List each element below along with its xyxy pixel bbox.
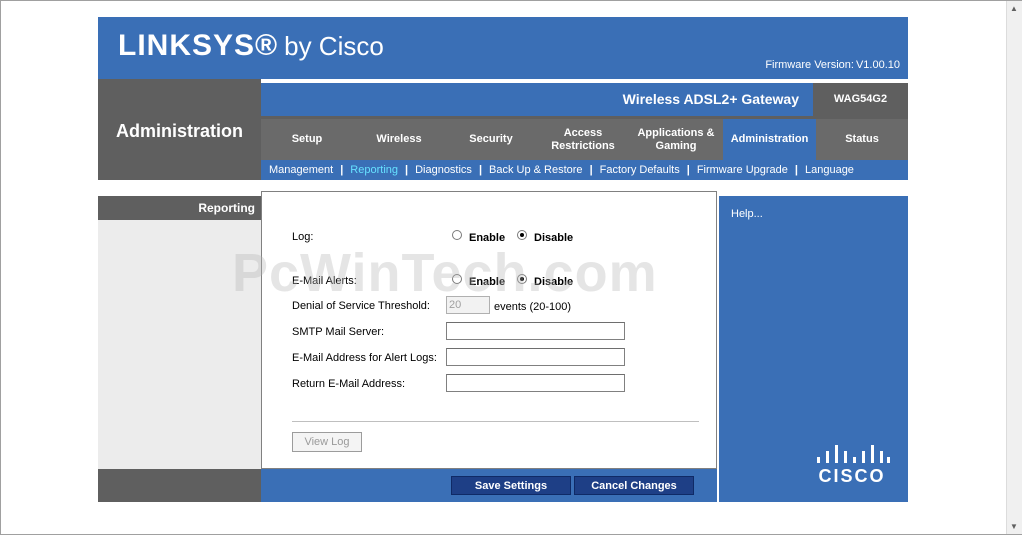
cisco-logo: CISCO (812, 441, 892, 491)
alert-email-label: E-Mail Address for Alert Logs: (292, 352, 437, 364)
log-disable-radio[interactable] (517, 230, 527, 240)
subtab-separator: | (340, 164, 344, 176)
email-alerts-disable-radio[interactable] (517, 274, 527, 284)
view-log-button[interactable]: View Log (292, 432, 362, 452)
reporting-form: Log: Enable Disable E-Mail Alerts: Enabl… (261, 191, 717, 469)
subtab-language[interactable]: Language (805, 164, 854, 176)
return-email-input[interactable] (446, 374, 625, 392)
model-number: WAG54G2 (813, 83, 908, 116)
log-enable-radio[interactable] (452, 230, 462, 240)
subtab-separator: | (794, 164, 798, 176)
subtab-factory-defaults[interactable]: Factory Defaults (600, 164, 680, 176)
subtab-separator: | (686, 164, 690, 176)
subtab-separator: | (589, 164, 593, 176)
email-alerts-label: E-Mail Alerts: (292, 275, 357, 287)
cancel-changes-button[interactable]: Cancel Changes (574, 476, 694, 495)
main-tabs: Setup Wireless Security Access Restricti… (261, 119, 908, 160)
smtp-server-label: SMTP Mail Server: (292, 326, 385, 338)
subtab-separator: | (405, 164, 409, 176)
product-name: Wireless ADSL2+ Gateway (622, 91, 799, 107)
subtab-back-up-restore[interactable]: Back Up & Restore (489, 164, 583, 176)
tab-security[interactable]: Security (445, 119, 537, 160)
scroll-up-icon[interactable]: ▲ (1010, 4, 1018, 13)
tab-wireless[interactable]: Wireless (353, 119, 445, 160)
subtab-diagnostics[interactable]: Diagnostics (415, 164, 472, 176)
tab-status[interactable]: Status (816, 119, 908, 160)
linksys-logo: LINKSYS® by Cisco (118, 29, 384, 62)
left-footer (98, 469, 261, 502)
log-label: Log: (292, 231, 314, 243)
vertical-scrollbar[interactable]: ▲ ▼ (1006, 1, 1022, 534)
left-section-header: Reporting (98, 196, 261, 220)
section-header-panel: Administration (98, 79, 261, 180)
log-disable-label: Disable (534, 232, 574, 244)
alert-email-input[interactable] (446, 348, 625, 366)
tab-access-restrictions[interactable]: Access Restrictions (537, 119, 629, 160)
product-bar: Wireless ADSL2+ Gateway (261, 83, 813, 116)
form-divider (292, 421, 699, 422)
cisco-wordmark: CISCO (818, 466, 886, 486)
email-alerts-enable-label: Enable (469, 276, 506, 288)
router-admin-page: LINKSYS® by Cisco Firmware Version: V1.00.… (98, 17, 908, 502)
tab-setup[interactable]: Setup (261, 119, 353, 160)
dos-threshold-label: Denial of Service Threshold: (292, 300, 430, 312)
help-link[interactable]: Help... (731, 208, 763, 220)
email-alerts-enable-radio[interactable] (452, 274, 462, 284)
tab-administration[interactable]: Administration (723, 119, 816, 160)
cisco-bridge-icon (815, 441, 890, 463)
firmware-version: Firmware Version: V1.00.10 (765, 59, 900, 71)
scroll-down-icon[interactable]: ▼ (1010, 522, 1018, 531)
email-alerts-disable-label: Disable (534, 276, 574, 288)
section-title: Administration (116, 121, 244, 141)
dos-threshold-unit: events (20-100) (494, 301, 572, 313)
left-panel (98, 220, 261, 469)
log-enable-label: Enable (469, 232, 506, 244)
smtp-server-input[interactable] (446, 322, 625, 340)
tab-applications-gaming[interactable]: Applications & Gaming (629, 119, 723, 160)
subtab-reporting[interactable]: Reporting (350, 164, 398, 176)
subtab-firmware-upgrade[interactable]: Firmware Upgrade (697, 164, 788, 176)
action-bar: Save Settings Cancel Changes (261, 469, 717, 502)
subtab-separator: | (478, 164, 483, 176)
subtab-management[interactable]: Management (269, 164, 333, 176)
dos-threshold-input[interactable] (446, 296, 490, 314)
save-settings-button[interactable]: Save Settings (451, 476, 571, 495)
return-email-label: Return E-Mail Address: (292, 378, 406, 390)
left-section-label: Reporting (198, 201, 255, 215)
sub-tabs: Management | Reporting | Diagnostics | B… (261, 160, 908, 180)
header-banner: LINKSYS® by Cisco Firmware Version: V1.00.… (98, 17, 908, 79)
